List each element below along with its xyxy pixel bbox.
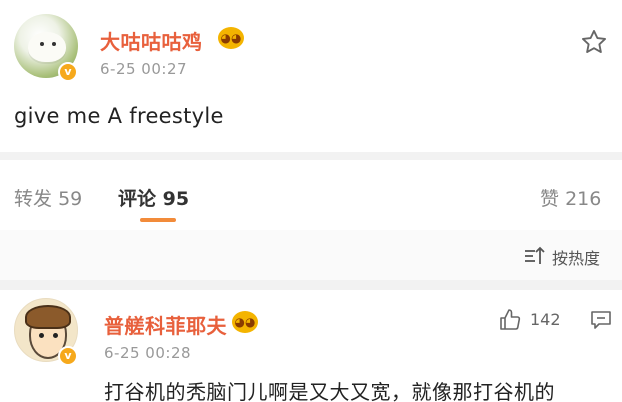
comment-text: 打谷机的秃脑门儿啊是又大又宽，就像那打谷机的 xyxy=(104,380,555,402)
tab-like[interactable]: 赞 216 xyxy=(540,184,601,211)
post-timestamp: 6-25 00:27 xyxy=(100,60,188,78)
tab-like-label: 赞 xyxy=(540,188,560,210)
tab-comment-label: 评论 xyxy=(118,188,157,210)
comment-like-count: 142 xyxy=(530,310,561,329)
avatar-illustration xyxy=(28,32,66,62)
avatar-eye xyxy=(53,333,58,338)
tab-comment[interactable]: 评论 95 xyxy=(118,184,189,211)
thumbs-up-icon[interactable] xyxy=(498,308,522,332)
interaction-tabs: 转发 59 评论 95 赞 216 xyxy=(0,160,622,230)
post-author-name[interactable]: 大咕咕咕鸡 xyxy=(100,26,203,55)
section-divider xyxy=(0,280,622,290)
verified-badge-icon: v xyxy=(58,346,78,366)
avatar-eye xyxy=(52,42,56,46)
weibo-post: v 大咕咕咕鸡 ◕◕ 6-25 00:27 give me A freestyl… xyxy=(0,0,622,152)
tab-like-count: 216 xyxy=(565,188,602,210)
reply-icon[interactable] xyxy=(590,310,612,330)
comment-item: v 普艖科菲耶夫 ◕◕ 6-25 00:28 142 打谷机的秃脑门儿啊是又大又… xyxy=(0,290,622,402)
post-text: give me A freestyle xyxy=(14,104,224,128)
section-divider xyxy=(0,152,622,160)
avatar-eye xyxy=(39,333,44,338)
tab-comment-count: 95 xyxy=(162,188,190,210)
tab-repost-count: 59 xyxy=(58,188,83,210)
active-tab-indicator xyxy=(140,218,176,222)
vip-badge-icon: ◕◕ xyxy=(232,311,258,333)
star-icon[interactable] xyxy=(580,28,608,56)
tab-repost-label: 转发 xyxy=(14,188,53,210)
tab-repost[interactable]: 转发 59 xyxy=(14,184,82,211)
comment-sort-bar: 按热度 xyxy=(0,230,622,280)
sort-by-hot-button[interactable]: 按热度 xyxy=(552,245,600,269)
avatar-hair xyxy=(25,305,71,329)
comment-timestamp: 6-25 00:28 xyxy=(104,344,192,362)
sort-icon[interactable] xyxy=(524,246,546,266)
comment-author-name[interactable]: 普艖科菲耶夫 xyxy=(104,310,227,339)
vip-badge-icon: ◕◕ xyxy=(218,27,244,49)
verified-badge-icon: v xyxy=(58,62,78,82)
avatar-eye xyxy=(40,42,44,46)
